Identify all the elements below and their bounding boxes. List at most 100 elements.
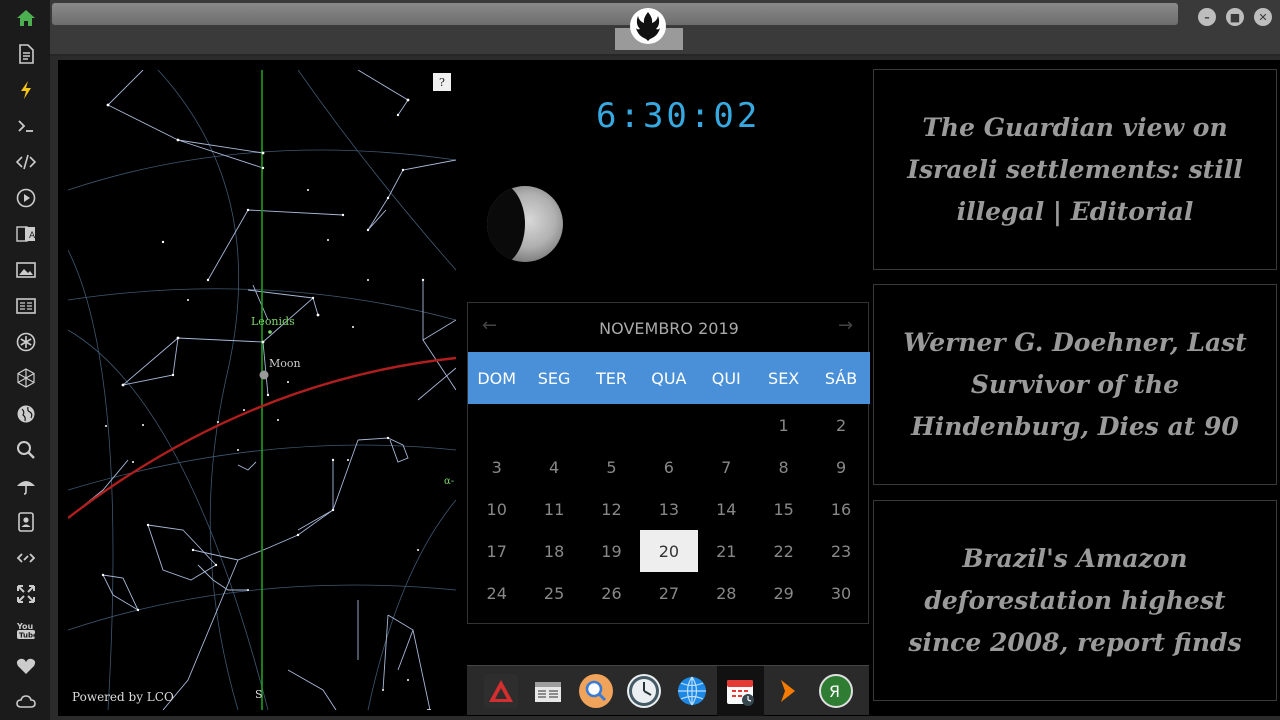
calendar-day[interactable]: 25 xyxy=(525,572,582,614)
weekday-label: SEX xyxy=(768,368,800,388)
top-bar: – ■ ✕ xyxy=(50,0,1280,56)
calendar-app-icon[interactable] xyxy=(723,674,757,708)
weekday-label: SÁB xyxy=(824,368,858,388)
rebel-alliance-logo-icon xyxy=(630,8,666,44)
digital-clock: 6:30:02 xyxy=(596,96,761,136)
calendar-day[interactable]: 11 xyxy=(525,488,582,530)
clock-app-icon[interactable] xyxy=(627,674,661,708)
sky-map-help-button[interactable]: ? xyxy=(433,73,451,91)
news-card[interactable]: Werner G. Doehner, Last Survivor of the … xyxy=(873,284,1277,485)
moon-phase-icon xyxy=(487,186,563,262)
minimize-button[interactable]: – xyxy=(1198,8,1216,26)
calendar-empty-cell xyxy=(468,404,525,446)
terminal-icon[interactable] xyxy=(14,114,38,138)
news-headline: Brazil's Amazon deforestation highest si… xyxy=(908,543,1242,657)
calendar-day[interactable]: 21 xyxy=(698,530,755,572)
weekday-label: SEG xyxy=(537,368,571,388)
calendar-day[interactable]: 12 xyxy=(583,488,640,530)
calendar-empty-cell xyxy=(640,404,697,446)
calendar-day[interactable]: 17 xyxy=(468,530,525,572)
calendar-day[interactable]: 5 xyxy=(583,446,640,488)
translate-icon[interactable]: A xyxy=(14,222,38,246)
globe-app-icon[interactable] xyxy=(675,674,709,708)
news-headline: Werner G. Doehner, Last Survivor of the … xyxy=(903,327,1247,441)
calendar-day[interactable]: 15 xyxy=(755,488,812,530)
news-icon[interactable] xyxy=(14,294,38,318)
red-triangle-app-icon[interactable] xyxy=(484,674,518,708)
calendar-day[interactable]: 28 xyxy=(698,572,755,614)
weekday-label: QUA xyxy=(651,368,687,388)
calendar-title: NOVEMBRO 2019 xyxy=(599,319,739,338)
calendar-day[interactable]: 6 xyxy=(640,446,697,488)
svg-text:Tube: Tube xyxy=(19,632,36,640)
maximize-button[interactable]: ■ xyxy=(1226,8,1244,26)
contacts-icon[interactable] xyxy=(14,510,38,534)
alpha-label: α- xyxy=(444,476,455,487)
network-icon[interactable] xyxy=(14,366,38,390)
calendar-day[interactable]: 1 xyxy=(755,404,812,446)
powered-by-lco[interactable]: Powered by LCO xyxy=(72,690,174,704)
settings-icon[interactable] xyxy=(14,330,38,354)
app-dock: Я xyxy=(467,665,869,716)
newspaper-app-icon[interactable] xyxy=(531,674,565,708)
link-icon[interactable] xyxy=(14,546,38,570)
calendar-day[interactable]: 26 xyxy=(583,572,640,614)
yandex-app-icon[interactable]: Я xyxy=(819,674,853,708)
calendar-next-button[interactable]: → xyxy=(838,315,853,336)
calendar-day[interactable]: 9 xyxy=(812,446,869,488)
sidebar: A You Tube xyxy=(0,0,50,720)
calendar-day[interactable]: 27 xyxy=(640,572,697,614)
document-icon[interactable] xyxy=(14,42,38,66)
calendar-day[interactable]: 4 xyxy=(525,446,582,488)
calendar-day[interactable]: 3 xyxy=(468,446,525,488)
calendar-day[interactable]: 2 xyxy=(812,404,869,446)
expand-icon[interactable] xyxy=(14,582,38,606)
news-headline: The Guardian view on Israeli settlements… xyxy=(907,112,1243,226)
calendar-day[interactable]: 22 xyxy=(755,530,812,572)
home-icon[interactable] xyxy=(14,6,38,30)
globe-icon[interactable] xyxy=(14,402,38,426)
image-icon[interactable] xyxy=(14,258,38,282)
code-icon[interactable] xyxy=(14,150,38,174)
close-button[interactable]: ✕ xyxy=(1254,8,1272,26)
calendar-day[interactable]: 23 xyxy=(812,530,869,572)
sky-map[interactable] xyxy=(68,70,456,710)
calendar-empty-cell xyxy=(698,404,755,446)
weekday-label: TER xyxy=(595,368,627,388)
address-bar[interactable] xyxy=(52,3,1178,25)
weekday-label: DOM xyxy=(477,368,517,388)
calendar-day[interactable]: 7 xyxy=(698,446,755,488)
calendar-day[interactable]: 20 xyxy=(640,530,698,572)
cloud-icon[interactable] xyxy=(14,690,38,714)
calendar-day[interactable]: 30 xyxy=(812,572,869,614)
calendar-day[interactable]: 8 xyxy=(755,446,812,488)
calendar-day[interactable]: 14 xyxy=(698,488,755,530)
calendar: ← NOVEMBRO 2019 → DOM SEG TER QUA QUI SE… xyxy=(467,302,870,624)
calendar-day[interactable]: 13 xyxy=(640,488,697,530)
play-icon[interactable] xyxy=(14,186,38,210)
calendar-day[interactable]: 18 xyxy=(525,530,582,572)
lightning-icon[interactable] xyxy=(14,78,38,102)
calendar-empty-cell xyxy=(525,404,582,446)
calendar-empty-cell xyxy=(583,404,640,446)
news-card[interactable]: Brazil's Amazon deforestation highest si… xyxy=(873,500,1277,701)
moon-label: Moon xyxy=(269,357,301,370)
sky-map-canvas xyxy=(68,70,456,710)
svg-text:Я: Я xyxy=(829,682,840,701)
news-card[interactable]: The Guardian view on Israeli settlements… xyxy=(873,69,1277,270)
search-app-icon[interactable] xyxy=(579,674,613,708)
youtube-icon[interactable]: You Tube xyxy=(14,618,38,642)
calendar-day[interactable]: 16 xyxy=(812,488,869,530)
svg-text:You: You xyxy=(16,622,34,631)
search-icon[interactable] xyxy=(14,438,38,462)
calendar-day[interactable]: 19 xyxy=(583,530,640,572)
arrow-app-icon[interactable] xyxy=(771,674,805,708)
calendar-day[interactable]: 24 xyxy=(468,572,525,614)
weekday-label: QUI xyxy=(711,368,741,388)
calendar-day[interactable]: 10 xyxy=(468,488,525,530)
heart-icon[interactable] xyxy=(14,654,38,678)
umbrella-icon[interactable] xyxy=(14,474,38,498)
south-label: S xyxy=(255,688,263,701)
calendar-day[interactable]: 29 xyxy=(755,572,812,614)
svg-text:A: A xyxy=(29,231,36,241)
